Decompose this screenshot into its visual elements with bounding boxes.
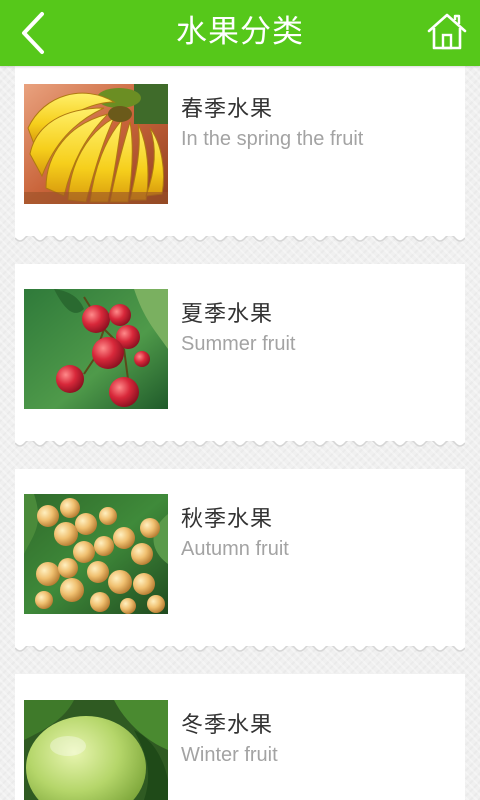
card-divider (15, 646, 465, 652)
category-subtitle: Autumn fruit (181, 538, 289, 560)
lychees-image (24, 289, 168, 409)
card-divider (15, 236, 465, 242)
category-card-spring[interactable]: 春季水果 In the spring the fruit (15, 56, 465, 236)
category-card-summer[interactable]: 夏季水果 Summer fruit (15, 264, 465, 441)
category-title: 秋季水果 (181, 507, 274, 532)
category-title: 春季水果 (181, 97, 274, 122)
category-card-winter[interactable]: 冬季水果 Winter fruit (15, 674, 465, 800)
card-divider (15, 441, 465, 447)
category-card-autumn[interactable]: 秋季水果 Autumn fruit (15, 469, 465, 646)
category-title: 冬季水果 (181, 713, 274, 738)
category-list: 春季水果 In the spring the fruit 夏季水果 Summer… (0, 0, 480, 800)
home-button[interactable] (424, 10, 470, 54)
category-subtitle: In the spring the fruit (181, 128, 364, 150)
category-subtitle: Summer fruit (181, 333, 296, 355)
category-title: 夏季水果 (181, 302, 274, 327)
category-subtitle: Winter fruit (181, 744, 278, 766)
longans-image (24, 494, 168, 614)
bananas-image (24, 84, 168, 204)
pomelo-image (24, 700, 168, 800)
back-button[interactable] (12, 8, 56, 58)
top-bar: 水果分类 (0, 0, 480, 66)
page-title: 水果分类 (176, 14, 304, 50)
chevron-left-icon (22, 12, 44, 54)
home-icon (427, 13, 467, 50)
